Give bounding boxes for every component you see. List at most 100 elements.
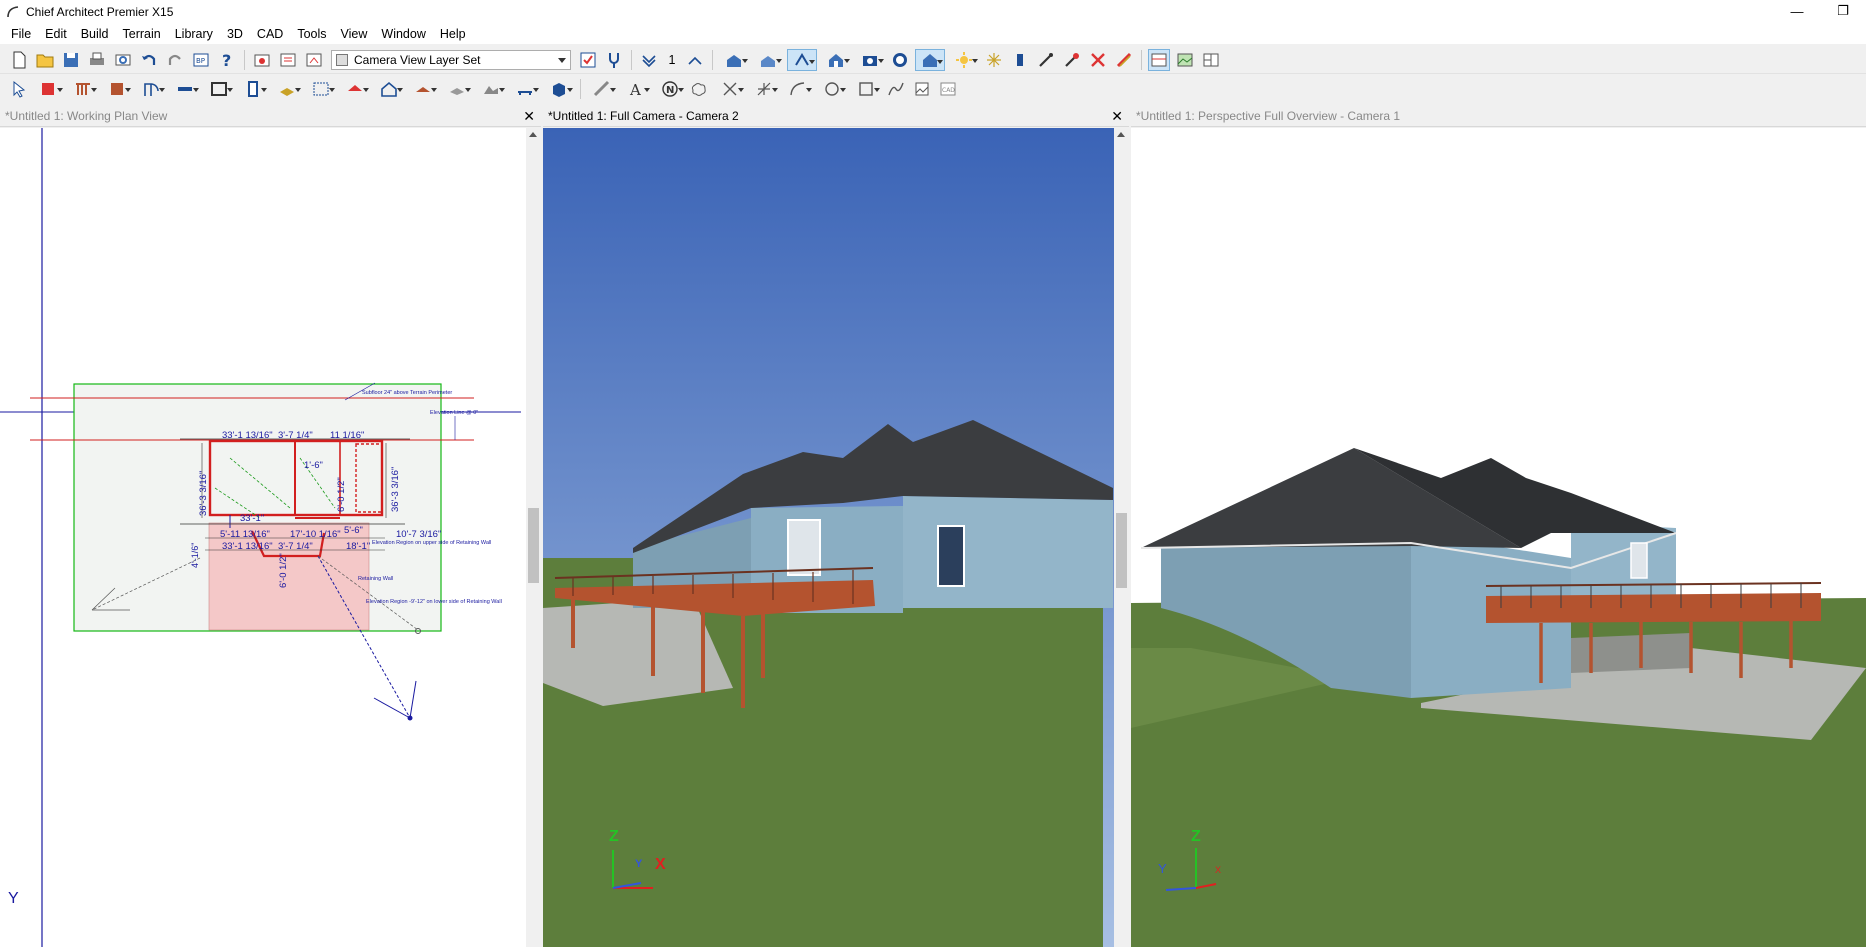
sun-icon[interactable]	[949, 49, 979, 71]
elevation-view-icon[interactable]	[719, 49, 749, 71]
dim-text: 10'-7 3/16"	[396, 529, 441, 540]
tab-camera-view[interactable]: *Untitled 1: Full Camera - Camera 2 ✕	[543, 105, 1129, 127]
print-preview-icon[interactable]	[112, 49, 134, 71]
deck-tools-icon[interactable]	[408, 78, 438, 100]
chevron-down-icon	[558, 57, 566, 63]
dim-text: 3'-7 1/4"	[278, 541, 313, 552]
point-tools-icon[interactable]	[749, 78, 779, 100]
save-icon[interactable]	[60, 49, 82, 71]
tab-overview-view[interactable]: *Untitled 1: Perspective Full Overview -…	[1131, 105, 1866, 127]
redo-icon[interactable]	[164, 49, 186, 71]
tile-views-icon[interactable]	[1148, 48, 1170, 71]
terrain-tools-icon[interactable]	[476, 78, 506, 100]
minimize-button[interactable]: —	[1774, 0, 1820, 22]
light-effects-icon[interactable]	[983, 49, 1005, 71]
cross-section-icon[interactable]	[753, 49, 783, 71]
menu-3d[interactable]: 3D	[220, 24, 250, 44]
help-icon[interactable]: ?	[216, 49, 238, 71]
door-tools-icon[interactable]	[136, 78, 166, 100]
undo-icon[interactable]	[138, 49, 160, 71]
adjust-material-icon[interactable]	[1113, 49, 1135, 71]
shelf-tools-icon[interactable]	[510, 78, 540, 100]
layer-set-dropdown[interactable]: Camera View Layer Set	[331, 49, 571, 70]
house-view-icon[interactable]	[915, 48, 945, 71]
open-folder-icon[interactable]	[34, 49, 56, 71]
up-floor-icon[interactable]	[684, 49, 706, 71]
plan-view-pane: *Untitled 1: Working Plan View ✕ 33'-1 1…	[0, 105, 541, 947]
overview-axis-z-label: Z	[1191, 828, 1201, 845]
toolbar-separator	[631, 49, 632, 70]
text-tools-icon[interactable]: A	[621, 78, 651, 100]
menu-tools[interactable]: Tools	[290, 24, 333, 44]
material-painter-icon[interactable]	[1035, 49, 1057, 71]
north-pointer-icon[interactable]: N	[655, 78, 685, 100]
camera-canvas[interactable]: Z Y X	[543, 128, 1129, 947]
svg-text:N: N	[666, 85, 674, 96]
toolbar-separator	[1141, 49, 1142, 70]
scroll-thumb[interactable]	[528, 508, 539, 583]
landscape-view-icon[interactable]	[1174, 49, 1196, 71]
perspective-view-icon[interactable]	[821, 49, 851, 71]
cad-block-icon[interactable]: CAD	[937, 78, 959, 100]
down-floor-icon[interactable]	[638, 49, 660, 71]
revision-cloud-icon[interactable]	[689, 78, 711, 100]
close-plan-view-button[interactable]: ✕	[523, 105, 535, 126]
camera-vertical-scrollbar[interactable]	[1114, 128, 1129, 947]
menu-edit[interactable]: Edit	[38, 24, 74, 44]
menu-library[interactable]: Library	[168, 24, 220, 44]
new-file-icon[interactable]	[8, 49, 30, 71]
render-icon[interactable]	[855, 49, 885, 71]
stairs-tools-icon[interactable]	[238, 78, 268, 100]
circle-tools-icon[interactable]	[817, 78, 847, 100]
print-icon[interactable]	[86, 49, 108, 71]
wrench-icon[interactable]	[603, 49, 625, 71]
material-eyedropper-icon[interactable]	[1061, 49, 1083, 71]
dim-text: 4'-1/6"	[190, 543, 200, 568]
box-tools-icon[interactable]	[851, 78, 881, 100]
restore-button[interactable]: ❐	[1820, 0, 1866, 22]
library-objects-icon[interactable]	[544, 78, 574, 100]
vanishing-icon[interactable]	[889, 49, 911, 71]
select-objects-icon[interactable]	[8, 78, 30, 100]
layer-check-icon[interactable]	[577, 49, 599, 71]
room-tools-icon[interactable]	[204, 78, 234, 100]
cabinet-tools-icon[interactable]	[102, 78, 132, 100]
floor-tools-icon[interactable]	[272, 78, 302, 100]
overview-canvas[interactable]: Z Y X	[1131, 128, 1866, 947]
camera-tool-icon[interactable]	[787, 48, 817, 71]
menu-build[interactable]: Build	[74, 24, 116, 44]
scroll-thumb[interactable]	[1116, 513, 1127, 588]
wall-tools-icon[interactable]	[34, 78, 64, 100]
edit-light-icon[interactable]	[1009, 49, 1031, 71]
layer-display-icon[interactable]	[277, 49, 299, 71]
menu-cad[interactable]: CAD	[250, 24, 290, 44]
picture-tools-icon[interactable]	[911, 78, 933, 100]
window-tools-icon[interactable]	[170, 78, 200, 100]
layer-options-icon[interactable]	[303, 49, 325, 71]
camera-settings-icon[interactable]	[251, 49, 273, 71]
plan-vertical-scrollbar[interactable]	[526, 128, 541, 947]
menu-help[interactable]: Help	[433, 24, 473, 44]
menu-view[interactable]: View	[334, 24, 375, 44]
menu-window[interactable]: Window	[374, 24, 432, 44]
slab-tools-icon[interactable]	[442, 78, 472, 100]
dimension-tools-icon[interactable]	[587, 78, 617, 100]
dormer-tools-icon[interactable]	[374, 78, 404, 100]
report-icon[interactable]: BP	[190, 49, 212, 71]
menu-file[interactable]: File	[4, 24, 38, 44]
plan-note: Elevation Region -9'-12" on lower side o…	[366, 599, 502, 605]
close-camera-view-button[interactable]: ✕	[1111, 105, 1123, 126]
roof-tools-icon[interactable]	[340, 78, 370, 100]
framing-tools-icon[interactable]	[306, 78, 336, 100]
tab-plan-view[interactable]: *Untitled 1: Working Plan View ✕	[0, 105, 541, 127]
toolbar-separator	[580, 79, 581, 99]
railing-tools-icon[interactable]	[68, 78, 98, 100]
menu-terrain[interactable]: Terrain	[116, 24, 168, 44]
cad-tools-icon[interactable]	[715, 78, 745, 100]
delete-surfaces-icon[interactable]	[1087, 49, 1109, 71]
split-view-icon[interactable]	[1200, 49, 1222, 71]
spline-tools-icon[interactable]	[885, 78, 907, 100]
arc-tools-icon[interactable]	[783, 78, 813, 100]
plan-canvas[interactable]: 33'-1 13/16" 3'-7 1/4" 11 1/16" 1'-6" 33…	[0, 128, 541, 947]
floor-number: 1	[668, 52, 676, 67]
